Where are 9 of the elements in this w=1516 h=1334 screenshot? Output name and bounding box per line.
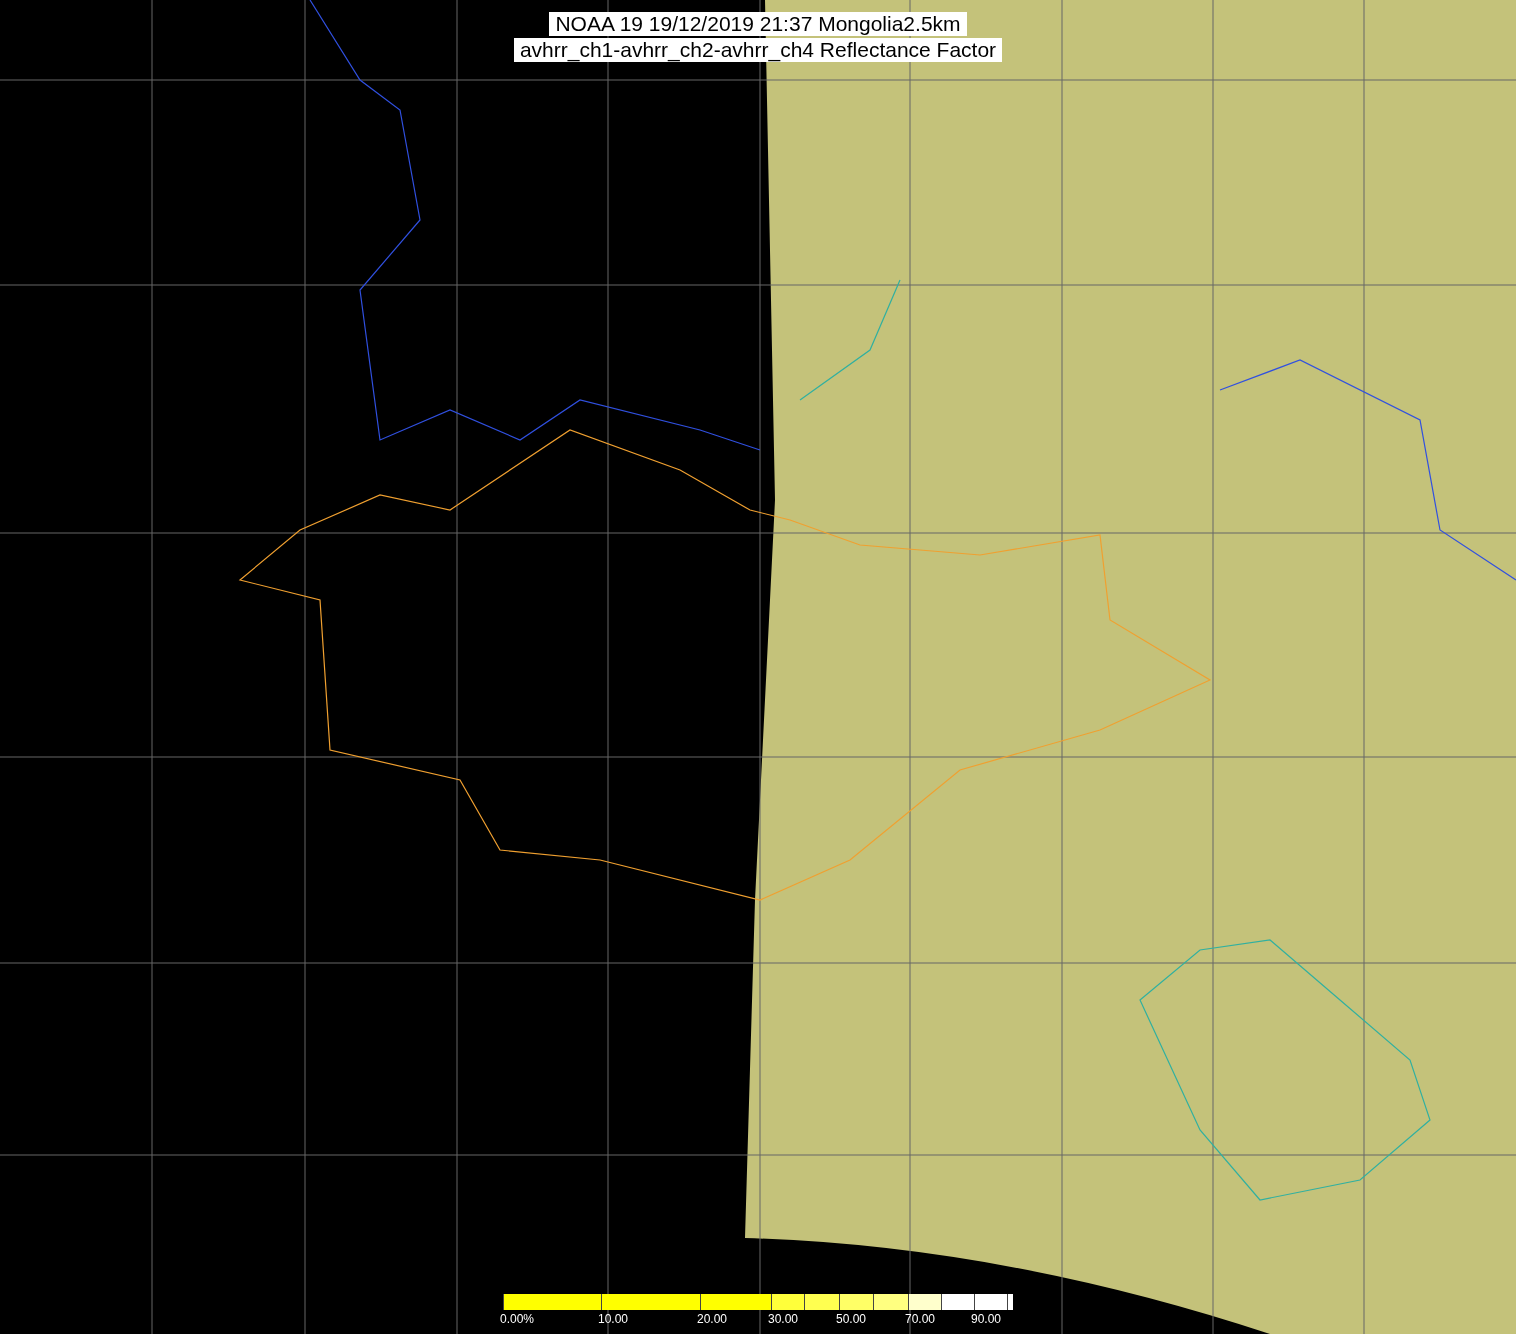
colorbar-label: 70.00: [905, 1312, 936, 1326]
map-title: NOAA 19 19/12/2019 21:37 Mongolia2.5km: [549, 12, 967, 36]
colorbar-label: 30.00: [768, 1312, 799, 1326]
colorbar-label: 10.00: [598, 1312, 629, 1326]
colorbar-label: 20.00: [697, 1312, 728, 1326]
map-title: avhrr_ch1-avhrr_ch2-avhrr_ch4 Reflectance Factor: [513, 38, 1003, 62]
colorbar-label: 90.00: [971, 1312, 1002, 1326]
colorbar-label: 0.00%: [500, 1312, 535, 1326]
colorbar-label: 50.00: [836, 1312, 867, 1326]
